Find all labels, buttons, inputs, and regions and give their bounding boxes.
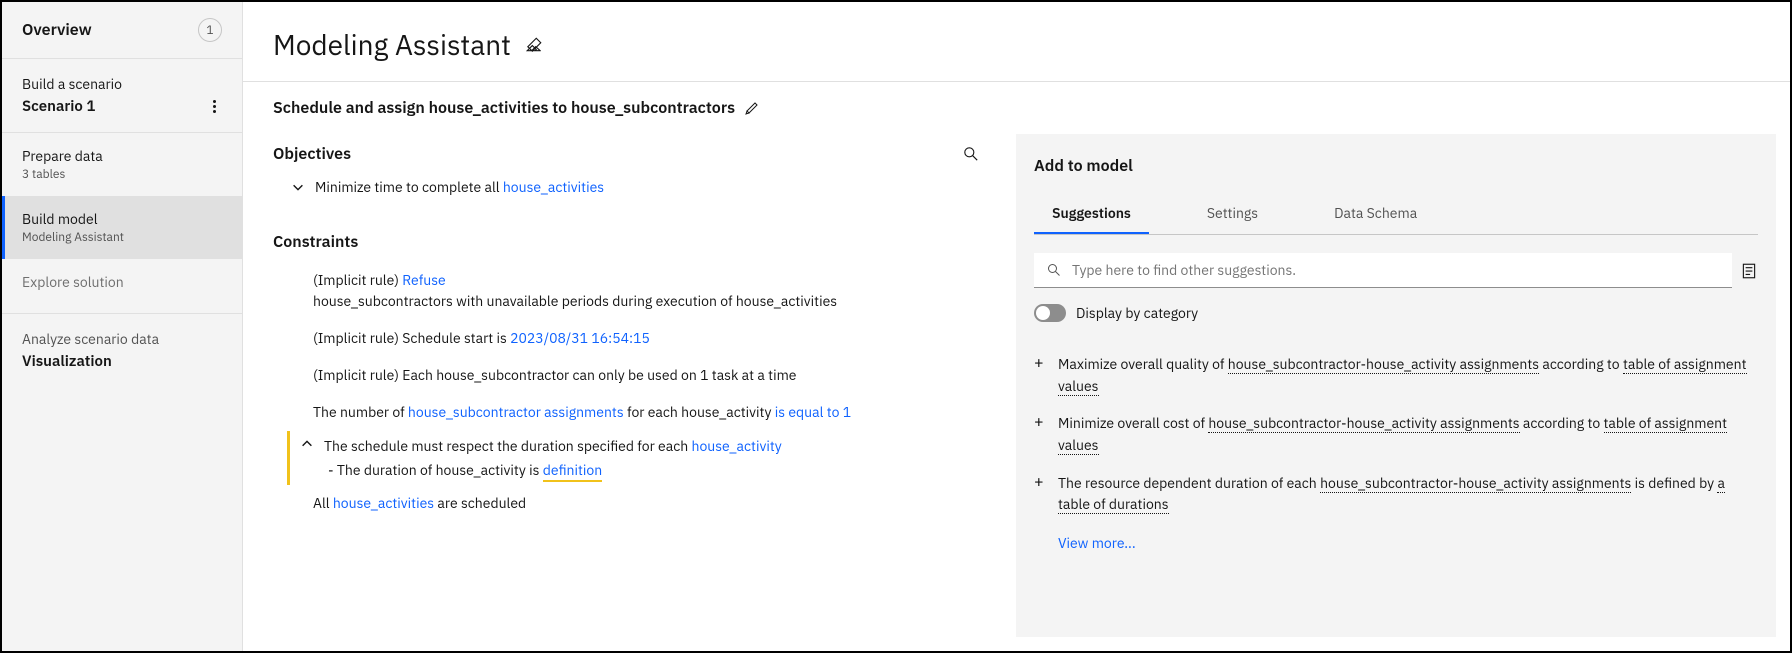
objectives-heading: Objectives [273,144,351,164]
search-icon[interactable] [962,145,980,163]
sidebar-analyze-section: Analyze scenario data Visualization [2,314,242,387]
value-one[interactable]: 1 [839,403,851,421]
objective-text: Minimize time to complete all [315,178,503,196]
add-icon[interactable]: + [1034,473,1048,516]
explore-title: Explore solution [22,273,222,291]
prepare-title: Prepare data [22,147,222,165]
visualization-link[interactable]: Visualization [22,352,222,371]
add-to-model-panel: Add to model Suggestions Settings Data S… [1016,134,1776,637]
sidebar-item-build-model[interactable]: Build model Modeling Assistant [2,196,242,259]
assignments-link[interactable]: house_subcontractor assignments [408,403,624,421]
constraint-item[interactable]: (Implicit rule) Refuse house_subcontract… [273,262,980,320]
suggestion-link[interactable]: house_subcontractor-house_activity assig… [1320,474,1631,493]
refuse-link[interactable]: Refuse [402,271,445,289]
build-sub: Modeling Assistant [22,230,222,245]
sidebar: Overview 1 Build a scenario Scenario 1 P… [2,2,243,651]
house-activity-link[interactable]: house_activity [692,437,782,455]
suggestion-item[interactable]: + Maximize overall quality of house_subc… [1034,346,1758,405]
prepare-sub: 3 tables [22,167,222,182]
suggestions-search-input[interactable] [1072,261,1720,279]
build-scenario-label: Build a scenario [22,75,222,93]
tab-data-schema[interactable]: Data Schema [1316,194,1435,234]
sidebar-overview[interactable]: Overview 1 [2,2,242,59]
catalog-icon[interactable] [1740,262,1758,280]
suggestion-link[interactable]: house_subcontractor-house_activity assig… [1228,355,1539,374]
add-icon[interactable]: + [1034,354,1048,397]
main: Modeling Assistant Schedule and assign h… [243,2,1790,651]
sidebar-item-explore-solution[interactable]: Explore solution [2,259,242,305]
equal-link[interactable]: is equal to [775,403,840,421]
add-to-model-heading: Add to model [1034,156,1758,176]
model-pane: Objectives Minimize time to complete all… [243,124,1010,651]
definition-link[interactable]: definition [543,461,602,482]
schedule-start-link[interactable]: 2023/08/31 16:54:15 [510,329,650,347]
chevron-down-icon[interactable] [291,180,305,194]
tab-settings[interactable]: Settings [1189,194,1276,234]
constraints-heading: Constraints [273,232,980,252]
sidebar-item-prepare-data[interactable]: Prepare data 3 tables [2,133,242,196]
analyze-label: Analyze scenario data [22,330,222,348]
suggestions-search[interactable] [1034,253,1732,288]
objective-item[interactable]: Minimize time to complete all house_acti… [273,164,980,204]
constraint-item[interactable]: All house_activities are scheduled [273,485,980,522]
display-by-category-toggle[interactable] [1034,304,1066,322]
subheader: Schedule and assign house_activities to … [243,82,1790,124]
search-icon [1046,262,1062,278]
subheader-text: Schedule and assign house_activities to … [273,98,735,118]
toggle-label: Display by category [1076,304,1198,322]
sidebar-scenario-section: Build a scenario Scenario 1 [2,59,242,133]
constraint-item-expanded[interactable]: The schedule must respect the duration s… [287,431,980,485]
suggestion-link[interactable]: house_subcontractor-house_activity assig… [1208,414,1519,433]
activities-link[interactable]: house_activities [333,494,434,512]
tabs: Suggestions Settings Data Schema [1034,194,1758,235]
view-more-link[interactable]: View more... [1034,524,1758,552]
edit-icon[interactable] [745,99,763,117]
page-header: Modeling Assistant [243,2,1790,82]
constraint-item[interactable]: (Implicit rule) Schedule start is 2023/0… [273,320,980,357]
tab-suggestions[interactable]: Suggestions [1034,194,1149,234]
overview-badge: 1 [198,18,222,42]
page-title: Modeling Assistant [273,26,511,63]
scenario-menu-icon[interactable] [206,100,222,113]
constraint-item[interactable]: The number of house_subcontractor assign… [273,394,980,431]
suggestion-item[interactable]: + The resource dependent duration of eac… [1034,465,1758,524]
constraint-item[interactable]: (Implicit rule) Each house_subcontractor… [273,357,980,394]
add-icon[interactable]: + [1034,413,1048,456]
suggestion-item[interactable]: + Minimize overall cost of house_subcont… [1034,405,1758,464]
build-title: Build model [22,210,222,228]
scenario-name: Scenario 1 [22,97,95,116]
overview-title: Overview [22,20,92,40]
chevron-up-icon[interactable] [300,437,314,451]
erase-icon[interactable] [525,36,543,54]
objective-link[interactable]: house_activities [503,178,604,196]
